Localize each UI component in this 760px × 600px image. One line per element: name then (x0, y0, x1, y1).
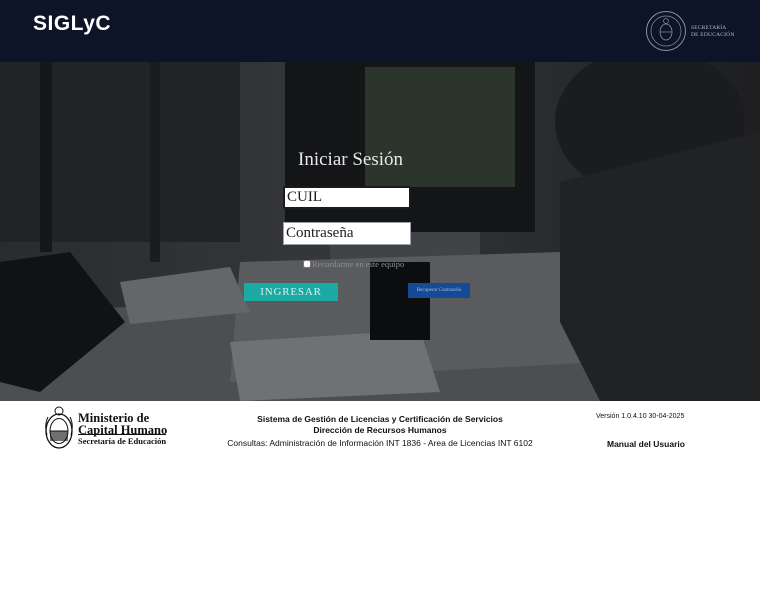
ministry-subtitle: Secretaría de Educación (78, 434, 167, 446)
system-name: Sistema de Gestión de Licencias y Certif… (257, 414, 503, 424)
page-footer: Ministerio de Capital Humano Secretaría … (0, 401, 760, 600)
seal-caption: SECRETARÍA DE EDUCACIÓN (691, 25, 735, 38)
contact-info: Consultas: Administración de Información… (227, 438, 533, 448)
login-title: Iniciar Sesión (298, 149, 404, 170)
remember-me-label: Recordarme en este equipo (312, 259, 405, 269)
app-brand[interactable]: SIGLyC (33, 12, 111, 36)
recover-password-button[interactable]: Recuperar Contraseña (408, 283, 470, 298)
password-input[interactable] (283, 222, 411, 245)
department-name: Dirección de Recursos Humanos (313, 425, 447, 435)
remember-me[interactable]: Recordarme en este equipo (303, 259, 404, 269)
top-header: SIGLyC SECRETARÍA DE EDUCACIÓN (0, 0, 760, 62)
user-manual-link[interactable]: Manual del Usuario (607, 439, 685, 449)
system-info: Sistema de Gestión de Licencias y Certif… (220, 401, 540, 461)
ministry-name: Ministerio de Capital Humano (78, 411, 168, 437)
secretaria-seal-icon (646, 11, 686, 51)
ministry-seal-icon (45, 406, 73, 449)
cuil-input[interactable] (283, 186, 411, 209)
version-label: Versión 1.0.4.10 30-04-2025 (596, 413, 685, 420)
login-button[interactable]: INGRESAR (244, 283, 338, 301)
remember-me-checkbox[interactable] (303, 260, 311, 268)
